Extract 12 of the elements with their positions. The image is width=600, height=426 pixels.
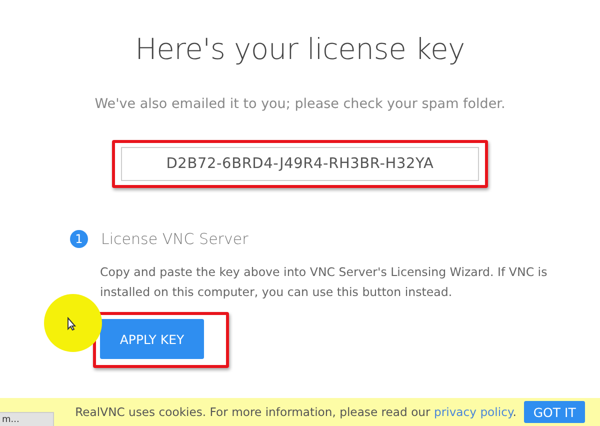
pointer-icon xyxy=(67,317,76,331)
license-key-field[interactable]: D2B72-6BRD4-J49R4-RH3BR-H32YA xyxy=(121,147,479,181)
subtitle: We've also emailed it to you; please check your spam folder. xyxy=(94,96,506,112)
step-number: 1 xyxy=(70,230,88,248)
status-bar: m... xyxy=(0,412,54,426)
page-title: Here's your license key xyxy=(134,31,466,66)
step-title: License VNC Server xyxy=(101,230,248,248)
cookie-notice: RealVNC uses cookies. For more information, please read our privacy policy. xyxy=(75,405,516,419)
apply-key-button[interactable]: APPLY KEY xyxy=(100,319,204,359)
step-description: Copy and paste the key above into VNC Server's Licensing Wizard. If VNC is installed on this computer, you can use this button instead. xyxy=(100,264,548,301)
privacy-policy-link[interactable]: privacy policy xyxy=(434,405,513,419)
got-it-button[interactable]: GOT IT xyxy=(524,401,585,423)
